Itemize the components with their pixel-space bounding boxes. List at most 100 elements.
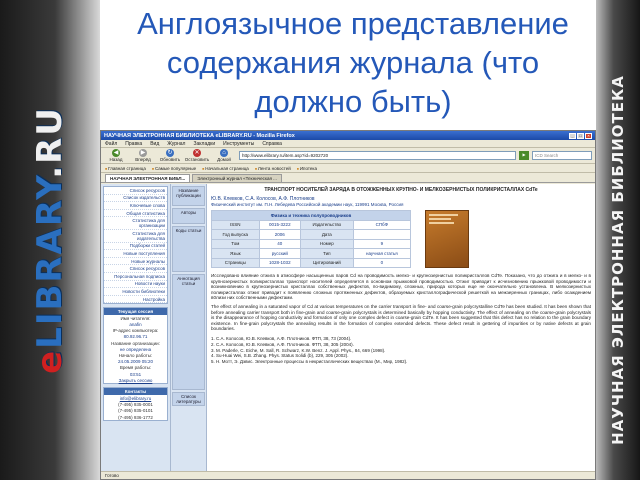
meta-value: [352, 229, 412, 240]
article-body: ТРАНСПОРТ НОСИТЕЛЕЙ ЗАРЯДА В ОТОЖЖЕННЫХ …: [207, 184, 595, 471]
window-titlebar: НАУЧНАЯ ЭЛЕКТРОННАЯ БИБЛИОТЕКА eLIBRARY.…: [101, 131, 595, 140]
menu-file[interactable]: Файл: [105, 141, 117, 147]
elibrary-logo: eLIBRARY.RU: [30, 106, 70, 374]
menu-history[interactable]: Журнал: [167, 141, 185, 147]
org-label: Название организации:: [111, 340, 160, 346]
label-authors: Авторы: [172, 208, 205, 224]
window-title: НАУЧНАЯ ЭЛЕКТРОННАЯ БИБЛИОТЕКА eLIBRARY.…: [104, 132, 295, 139]
bookmark-item[interactable]: Самые популярные: [152, 166, 196, 171]
bookmark-item[interactable]: Главная страница: [105, 166, 146, 171]
forward-button[interactable]: ▶ Вперёд: [131, 149, 155, 162]
meta-key: Издательство: [300, 219, 354, 230]
meta-key: Страницы: [211, 257, 260, 268]
contact-phone: (7-495) 936-1772: [118, 414, 153, 420]
reload-button[interactable]: ↻ Обновить: [158, 149, 182, 162]
meta-value: СПбФ: [352, 219, 412, 230]
forward-arrow-icon: ▶: [139, 149, 147, 157]
stop-button[interactable]: ✕ Остановить: [185, 149, 209, 162]
label-references: Список литературы: [172, 392, 205, 406]
reload-icon: ↻: [166, 149, 174, 157]
tab-strip: НАУЧНАЯ ЭЛЕКТРОННАЯ БИБЛ... Электронный …: [101, 173, 595, 183]
meta-key: Язык: [211, 248, 260, 259]
home-icon: ⌂: [220, 149, 228, 157]
bookmark-item[interactable]: Ипотека: [297, 166, 317, 171]
sidebar-item[interactable]: Список ресурсов: [104, 187, 167, 195]
article-info: Физика и техника полупроводников ISSN 001…: [211, 210, 591, 268]
status-bar: Готово: [101, 471, 595, 479]
abstract-russian: Исследовано влияние отжига в атмосфере н…: [211, 273, 591, 301]
meta-key: Дата: [300, 229, 354, 240]
sidebar-item[interactable]: Новости библиотеки: [104, 288, 167, 296]
sidebar-item[interactable]: Список ресурсов: [104, 265, 167, 273]
meta-value: русский: [258, 248, 302, 259]
menu-bookmarks[interactable]: Закладки: [193, 141, 215, 147]
back-button[interactable]: ◀ Назад: [104, 149, 128, 162]
page-content: Список ресурсов Список издательств Ключе…: [101, 184, 595, 471]
search-input[interactable]: ICD Search: [532, 151, 592, 160]
sidebar-item[interactable]: Новые журналы: [104, 258, 167, 266]
bookmark-item[interactable]: Начальная страница: [202, 166, 249, 171]
stop-icon: ✕: [193, 149, 201, 157]
reference-list: 1. С.А. Колосов, Ю.В. Клевков, А.Ф. Плот…: [211, 336, 591, 365]
session-header: Текущая сессия: [104, 308, 167, 316]
sidebar-item[interactable]: Список издательств: [104, 195, 167, 203]
journal-name[interactable]: Физика и техника полупроводников: [211, 210, 411, 221]
sidebar-item[interactable]: Новости науки: [104, 281, 167, 289]
menu-edit[interactable]: Правка: [125, 141, 142, 147]
bookmark-item[interactable]: Лента новостей: [255, 166, 291, 171]
meta-key: Год выпуска: [211, 229, 260, 240]
meta-value: 9: [352, 238, 412, 249]
address-bar[interactable]: http://www.elibrary.ru/item.asp?id=92027…: [239, 151, 516, 160]
sidebar-item[interactable]: Общая статистика: [104, 210, 167, 218]
journal-cover-image[interactable]: [425, 210, 469, 268]
navigation-toolbar: ◀ Назад ▶ Вперёд ↻ Обновить ✕ Остановить ⌂ До…: [101, 148, 595, 164]
section-labels: Название публикации Авторы Коды статьи А…: [171, 184, 207, 471]
sidebar-item[interactable]: Новые поступления: [104, 250, 167, 258]
maximize-icon[interactable]: □: [577, 132, 584, 139]
meta-key: Номер: [300, 238, 354, 249]
meta-key: Тип: [300, 248, 354, 259]
reference-item: 5. Н. Мотт, Э. Дэвис. Электронные процес…: [211, 359, 408, 365]
menu-help[interactable]: Справка: [262, 141, 282, 147]
menu-bar: Файл Правка Вид Журнал Закладки Инструме…: [101, 140, 595, 148]
contacts-header: Контакты: [104, 388, 167, 396]
label-abstract: Аннотация статьи: [172, 274, 205, 390]
home-button[interactable]: ⌂ Домой: [212, 149, 236, 162]
meta-value: 0: [352, 257, 412, 268]
minimize-icon[interactable]: _: [569, 132, 576, 139]
sidebar-item[interactable]: Статистика для издательства: [104, 230, 167, 243]
right-brand-text: НАУЧНАЯ ЭЛЕКТРОННАЯ БИБЛИОТЕКА: [609, 75, 627, 445]
site-sidebar: Список ресурсов Список издательств Ключе…: [101, 184, 171, 471]
sidebar-menu: Список ресурсов Список издательств Ключе…: [103, 186, 168, 305]
abstract-english: The effect of annealing in a saturated v…: [211, 303, 591, 332]
bookmarks-toolbar: Главная страница Самые популярные Началь…: [101, 164, 595, 173]
meta-key: Цитирований: [300, 257, 354, 268]
session-box: Текущая сессия Имя читателя: anafin IP-а…: [103, 307, 168, 385]
sidebar-item[interactable]: Подборки статей: [104, 243, 167, 251]
meta-value: 1028-1032: [258, 257, 302, 268]
sidebar-item[interactable]: Ключевые слова: [104, 202, 167, 210]
close-session-link[interactable]: Закрыть сессию: [104, 377, 167, 383]
article-title: ТРАНСПОРТ НОСИТЕЛЕЙ ЗАРЯДА В ОТОЖЖЕННЫХ …: [264, 187, 538, 193]
close-icon[interactable]: ×: [585, 132, 592, 139]
menu-view[interactable]: Вид: [150, 141, 159, 147]
menu-tools[interactable]: Инструменты: [223, 141, 254, 147]
article-affiliation: Физический институт им. П.Н. Лебедева Ро…: [211, 202, 404, 207]
sidebar-item[interactable]: Персональная подписка: [104, 273, 167, 281]
meta-value: 0015-3222: [258, 219, 302, 230]
article-meta-table: Физика и техника полупроводников ISSN 001…: [211, 210, 412, 268]
label-codes: Коды статьи: [172, 226, 205, 272]
browser-window: НАУЧНАЯ ЭЛЕКТРОННАЯ БИБЛИОТЕКА eLIBRARY.…: [100, 130, 596, 480]
sidebar-item[interactable]: Статистика для организации: [104, 217, 167, 230]
ip-label: IP-адрес компьютера:: [112, 328, 159, 334]
go-button[interactable]: ▶: [519, 151, 529, 160]
tab-elibrary[interactable]: НАУЧНАЯ ЭЛЕКТРОННАЯ БИБЛ...: [105, 174, 191, 182]
tab-journal[interactable]: Электронный журнал «Техническая ...: [192, 174, 282, 182]
back-arrow-icon: ◀: [112, 149, 120, 157]
meta-key: ISSN: [211, 219, 260, 230]
contacts-box: Контакты info@elibrary.ru (7-495) 935-00…: [103, 387, 168, 422]
article-abstract: Исследовано влияние отжига в атмосфере н…: [211, 273, 591, 332]
meta-value: научная статья: [352, 248, 412, 259]
sidebar-item[interactable]: Настройка: [104, 296, 167, 304]
left-brand-strip: eLIBRARY.RU: [0, 0, 100, 480]
